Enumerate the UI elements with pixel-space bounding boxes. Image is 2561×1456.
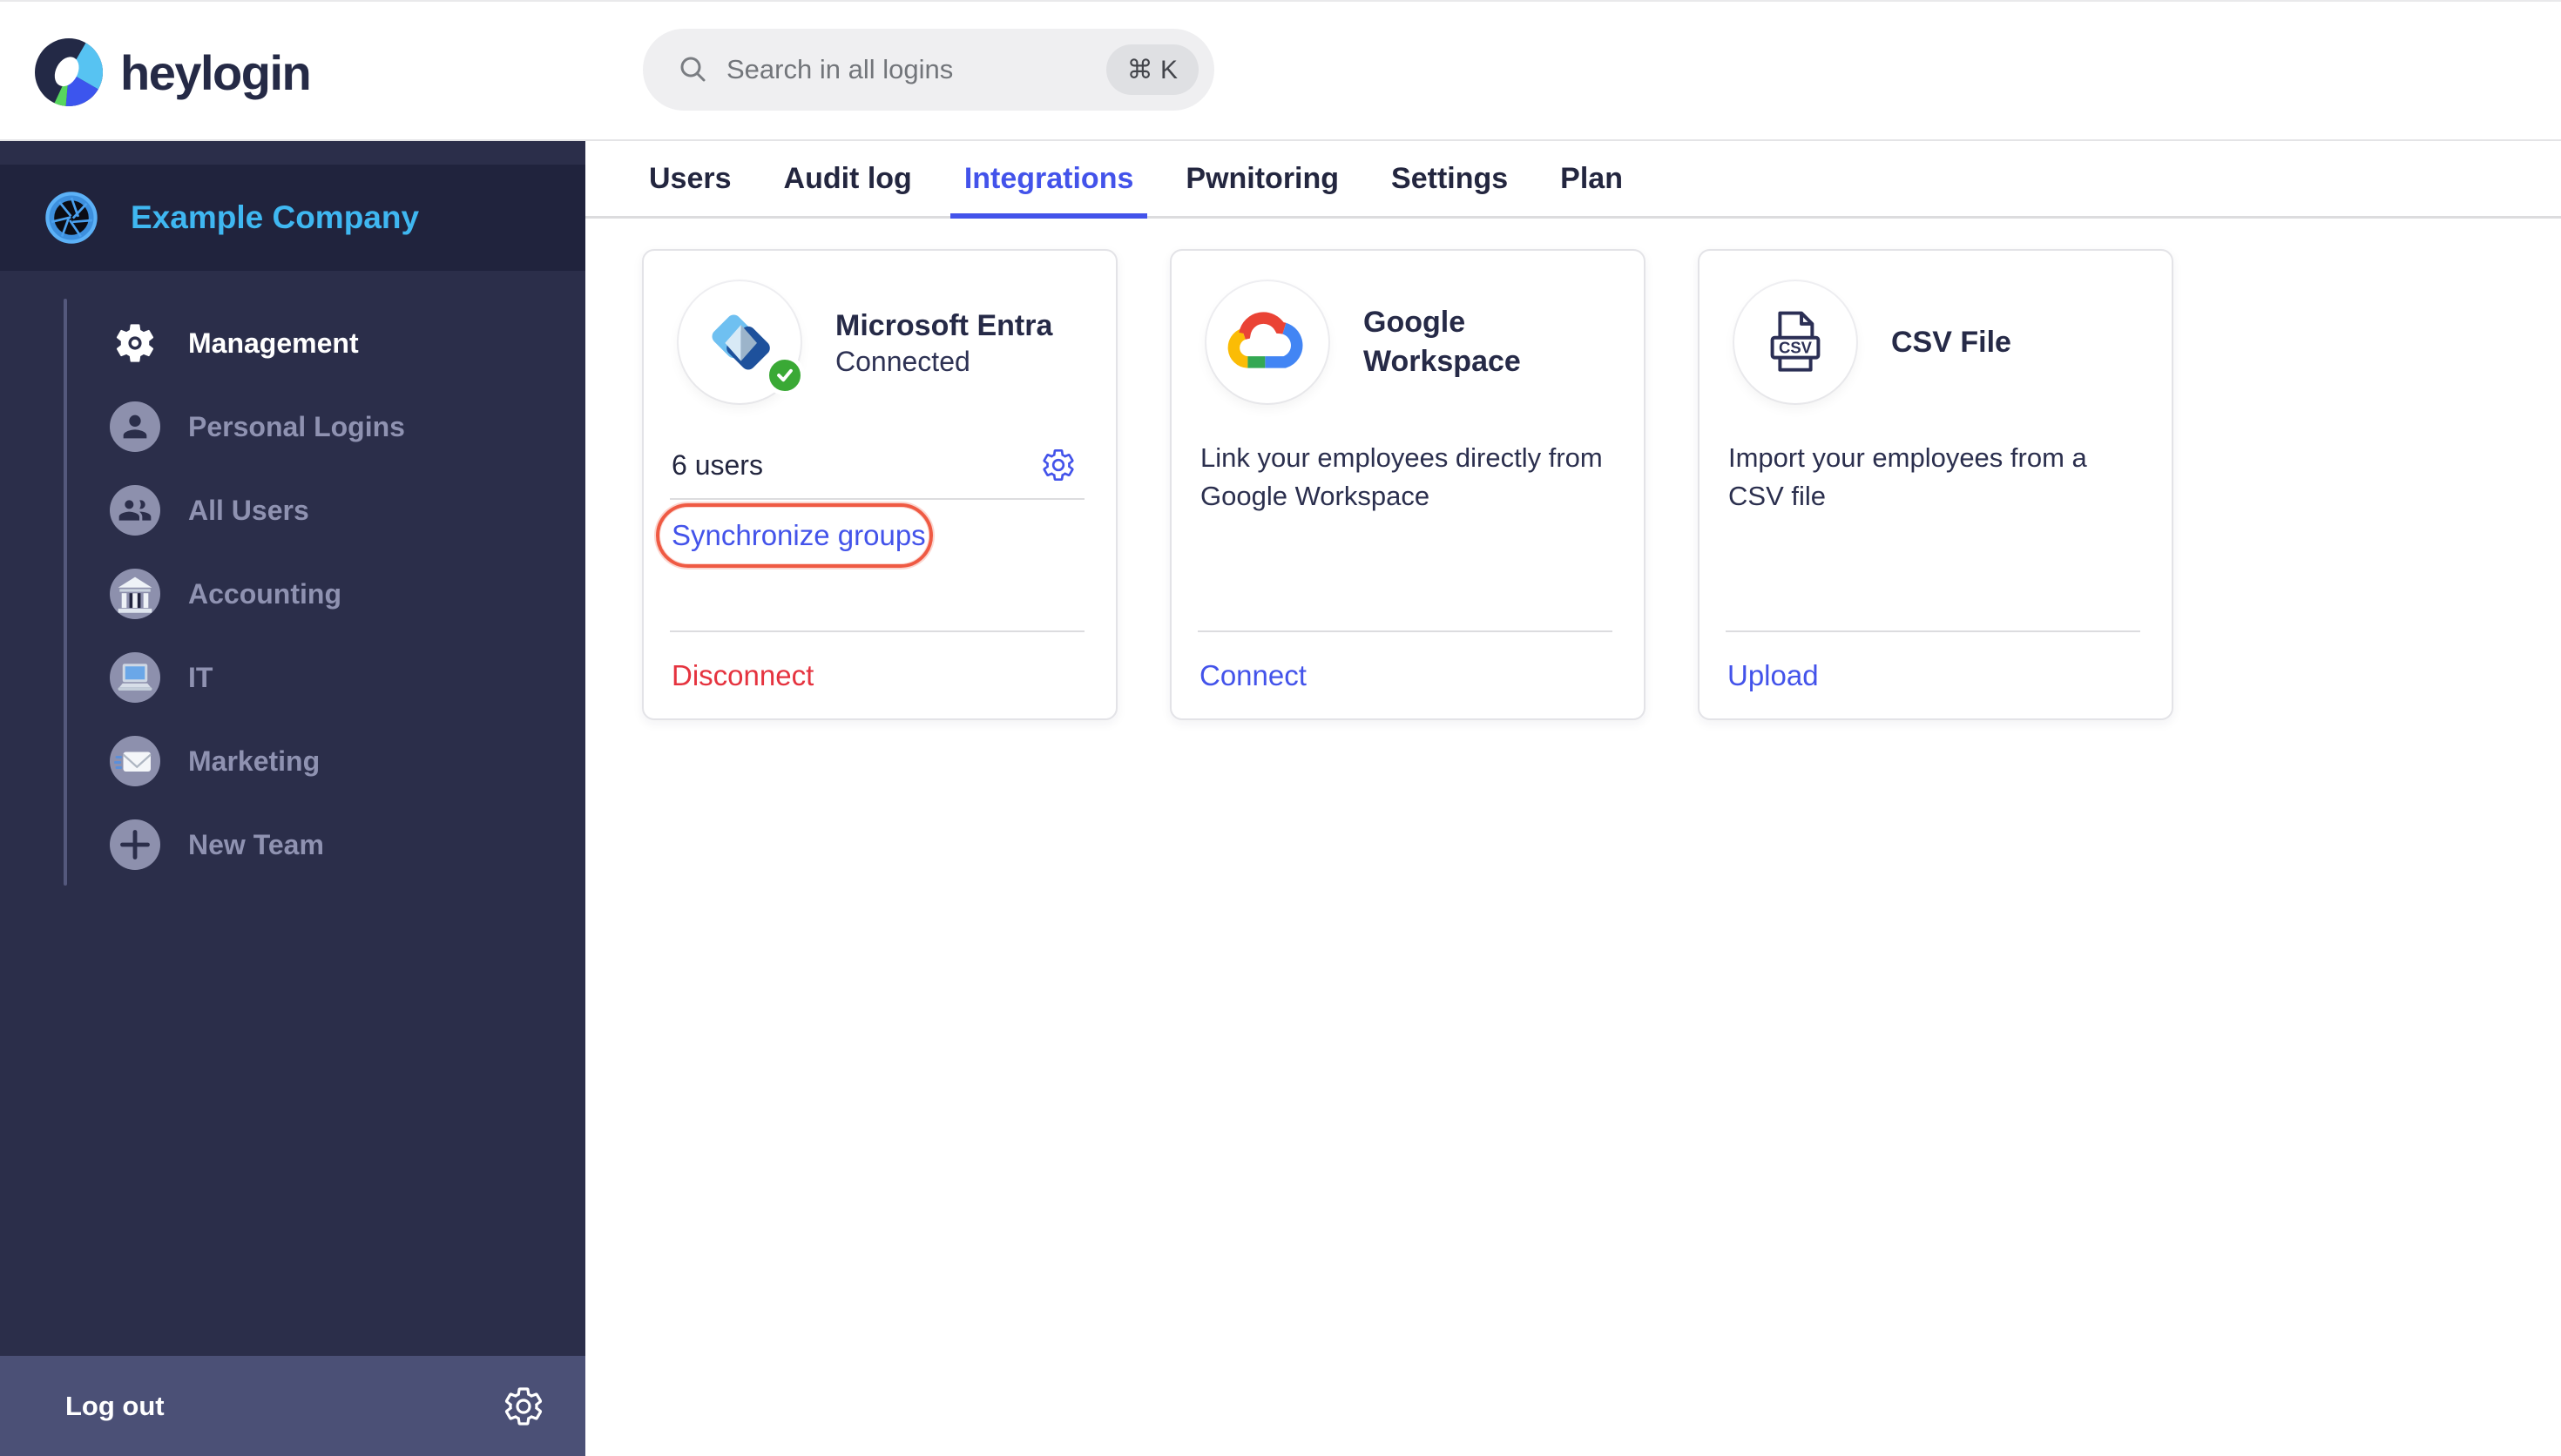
divider xyxy=(1198,630,1612,632)
sidebar-item-accounting[interactable]: Accounting xyxy=(0,552,585,636)
sidebar-nav: Management Personal Logins All Users Acc… xyxy=(0,301,585,886)
divider xyxy=(670,630,1085,632)
disconnect-button[interactable]: Disconnect xyxy=(672,657,814,694)
card-google-workspace: Google Workspace Link your employees dir… xyxy=(1170,249,1645,720)
divider xyxy=(1726,630,2140,632)
upload-button[interactable]: Upload xyxy=(1727,657,1819,694)
card-description: Link your employees directly from Google… xyxy=(1200,442,1603,511)
sidebar-item-it[interactable]: IT xyxy=(0,636,585,719)
sidebar-item-label: All Users xyxy=(188,494,309,526)
card-csv-file: CSV CSV File Import your employees from … xyxy=(1698,249,2173,720)
card-title-block: Microsoft Entra Connected xyxy=(835,307,1052,378)
card-title: Microsoft Entra xyxy=(835,309,1053,342)
logout-button[interactable]: Log out xyxy=(65,1391,165,1422)
company-name: Example Company xyxy=(131,199,420,235)
csv-file-icon: CSV xyxy=(1734,281,1856,403)
connect-button[interactable]: Connect xyxy=(1199,657,1307,694)
heylogin-logo-icon xyxy=(35,38,103,106)
card-description: Import your employees from a CSV file xyxy=(1728,442,2087,511)
card-title: CSV File xyxy=(1891,325,2011,359)
laptop-icon xyxy=(110,652,160,703)
sidebar-item-label: Management xyxy=(188,327,359,359)
search-bar[interactable]: ⌘ K xyxy=(643,29,1214,111)
tab-plan[interactable]: Plan xyxy=(1560,141,1623,216)
brand-name: heylogin xyxy=(120,44,312,100)
team-switcher[interactable]: Example Company xyxy=(0,165,585,271)
tab-integrations[interactable]: Integrations xyxy=(949,141,1147,219)
sidebar-item-label: Marketing xyxy=(188,745,321,777)
people-icon xyxy=(110,485,160,536)
users-row: 6 users xyxy=(672,442,1076,488)
sidebar-item-label: IT xyxy=(188,661,213,693)
brand: heylogin xyxy=(35,37,312,107)
tab-pwnitoring[interactable]: Pwnitoring xyxy=(1186,141,1339,216)
settings-gear-icon[interactable] xyxy=(503,1385,544,1427)
integrations-grid: Microsoft Entra Connected 6 users Synchr… xyxy=(642,249,2173,720)
integration-settings-gear-icon[interactable] xyxy=(1041,448,1076,482)
card-header: Google Workspace xyxy=(1206,281,1618,403)
gear-icon xyxy=(110,318,160,368)
synchronize-groups-link[interactable]: Synchronize groups xyxy=(672,517,926,554)
sidebar-footer: Log out xyxy=(0,1356,585,1456)
sidebar-item-label: Personal Logins xyxy=(188,410,405,442)
svg-text:CSV: CSV xyxy=(1779,338,1813,356)
card-header: CSV CSV File xyxy=(1734,281,2145,403)
top-bar: heylogin ⌘ K xyxy=(0,0,2561,141)
company-aperture-icon xyxy=(45,192,98,244)
divider xyxy=(670,498,1085,500)
tab-audit-log[interactable]: Audit log xyxy=(784,141,912,216)
sidebar: Example Company Management Personal Logi… xyxy=(0,141,585,1456)
card-header: Microsoft Entra Connected xyxy=(679,281,1090,403)
plus-icon xyxy=(110,819,160,870)
sidebar-item-label: New Team xyxy=(188,828,324,860)
sidebar-item-marketing[interactable]: Marketing xyxy=(0,719,585,803)
tab-bar: Users Audit log Integrations Pwnitoring … xyxy=(585,141,2561,219)
connection-status: Connected xyxy=(835,346,970,377)
tab-settings[interactable]: Settings xyxy=(1391,141,1508,216)
bank-icon xyxy=(110,569,160,619)
google-workspace-logo xyxy=(1206,281,1328,403)
app: heylogin ⌘ K xyxy=(0,0,2561,1456)
microsoft-entra-logo xyxy=(679,281,805,403)
envelope-icon xyxy=(110,736,160,786)
sidebar-item-management[interactable]: Management xyxy=(0,301,585,385)
sidebar-item-all-users[interactable]: All Users xyxy=(0,468,585,552)
sidebar-item-label: Accounting xyxy=(188,577,341,610)
person-icon xyxy=(110,401,160,452)
card-title: Google Workspace xyxy=(1363,306,1521,378)
sidebar-item-new-team[interactable]: New Team xyxy=(0,803,585,886)
sidebar-item-personal-logins[interactable]: Personal Logins xyxy=(0,385,585,468)
tab-users[interactable]: Users xyxy=(649,141,732,216)
search-shortcut-badge: ⌘ K xyxy=(1105,44,1199,95)
search-icon xyxy=(678,54,709,85)
card-microsoft-entra: Microsoft Entra Connected 6 users Synchr… xyxy=(642,249,1118,720)
connected-check-badge xyxy=(765,355,805,395)
users-count: 6 users xyxy=(672,448,763,481)
search-input[interactable] xyxy=(726,54,1106,85)
